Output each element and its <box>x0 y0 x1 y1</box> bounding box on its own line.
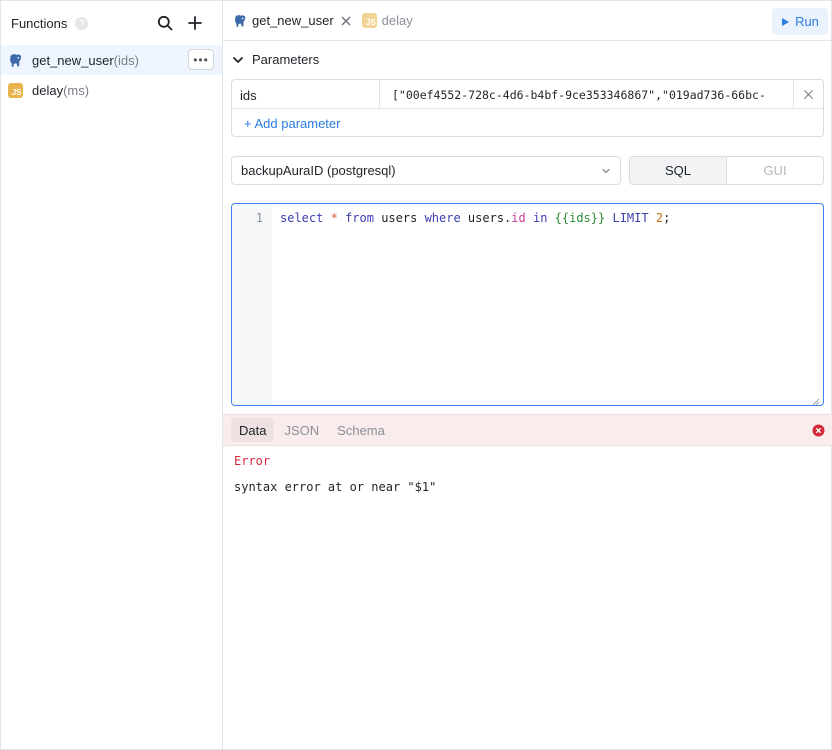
parameters-table: ids ["00ef4552-728c-4d6-b4bf-9ce35334686… <box>231 79 824 137</box>
add-parameter-button[interactable]: + Add parameter <box>232 109 823 136</box>
chevron-down-icon <box>601 166 611 176</box>
function-editor-panel: get_new_user JS delay Run Parameters ids… <box>223 1 832 749</box>
functions-sidebar: Functions ? get_new_user (ids) ••• JS del… <box>1 1 223 749</box>
more-options-button[interactable]: ••• <box>188 49 214 70</box>
sidebar-actions <box>156 14 204 32</box>
datasource-value: backupAuraID (postgresql) <box>241 163 396 178</box>
error-title: Error <box>234 454 271 468</box>
search-icon[interactable] <box>156 14 174 32</box>
tab-schema[interactable]: Schema <box>329 418 393 442</box>
function-args: (ids) <box>113 52 139 68</box>
datasource-select[interactable]: backupAuraID (postgresql) <box>231 156 621 185</box>
close-icon[interactable] <box>340 15 352 27</box>
tab-json[interactable]: JSON <box>276 418 327 442</box>
query-mode-toggle: SQL GUI <box>629 156 824 185</box>
postgres-icon <box>7 52 23 68</box>
results-output: Error syntax error at or near "$1" <box>234 454 436 494</box>
tab-label: delay <box>381 13 413 28</box>
mode-gui-option[interactable]: GUI <box>727 157 823 184</box>
tab-bar: get_new_user JS delay Run <box>223 1 832 41</box>
js-icon: JS <box>7 82 23 98</box>
code-line: select * from users where users.id in {{… <box>280 211 671 225</box>
parameter-value-input[interactable]: ["00ef4552-728c-4d6-b4bf-9ce353346867","… <box>380 80 793 109</box>
function-name: delay <box>32 82 64 98</box>
resize-handle-icon[interactable] <box>812 394 820 405</box>
function-item-delay[interactable]: JS delay (ms) <box>1 75 222 105</box>
parameters-title: Parameters <box>252 52 320 67</box>
help-icon[interactable]: ? <box>75 16 89 30</box>
tab-data[interactable]: Data <box>231 418 275 442</box>
error-message: syntax error at or near "$1" <box>234 480 437 494</box>
postgres-icon <box>232 13 247 28</box>
run-button[interactable]: Run <box>772 8 828 35</box>
play-icon <box>782 17 790 26</box>
line-number: 1 <box>255 211 263 225</box>
js-icon: JS <box>361 13 377 28</box>
parameter-row: ids ["00ef4552-728c-4d6-b4bf-9ce35334686… <box>232 80 823 109</box>
sidebar-title: Functions <box>11 15 68 31</box>
sidebar-header: Functions ? <box>1 1 222 45</box>
run-label: Run <box>795 14 819 29</box>
close-icon <box>803 89 814 99</box>
function-args: (ms) <box>63 82 90 98</box>
results-tab-bar: Data JSON Schema <box>223 414 832 446</box>
add-function-icon[interactable] <box>186 14 204 32</box>
chevron-down-icon <box>232 54 244 66</box>
sql-code-editor[interactable]: 1 select * from users where users.id in … <box>231 203 824 406</box>
tab-label: get_new_user <box>252 13 334 28</box>
parameters-header[interactable]: Parameters <box>223 41 832 78</box>
parameter-name-input[interactable]: ids <box>232 80 380 108</box>
tab-get-new-user[interactable]: get_new_user <box>232 9 352 33</box>
mode-sql-option[interactable]: SQL <box>630 157 727 184</box>
error-status-icon <box>812 424 825 437</box>
function-item-get-new-user[interactable]: get_new_user (ids) ••• <box>1 45 222 75</box>
line-gutter: 1 <box>232 204 272 405</box>
app-window: Functions ? get_new_user (ids) ••• JS del… <box>0 0 832 750</box>
function-name: get_new_user <box>32 52 114 68</box>
delete-parameter-button[interactable] <box>793 80 823 108</box>
tab-delay[interactable]: JS delay <box>361 9 413 33</box>
